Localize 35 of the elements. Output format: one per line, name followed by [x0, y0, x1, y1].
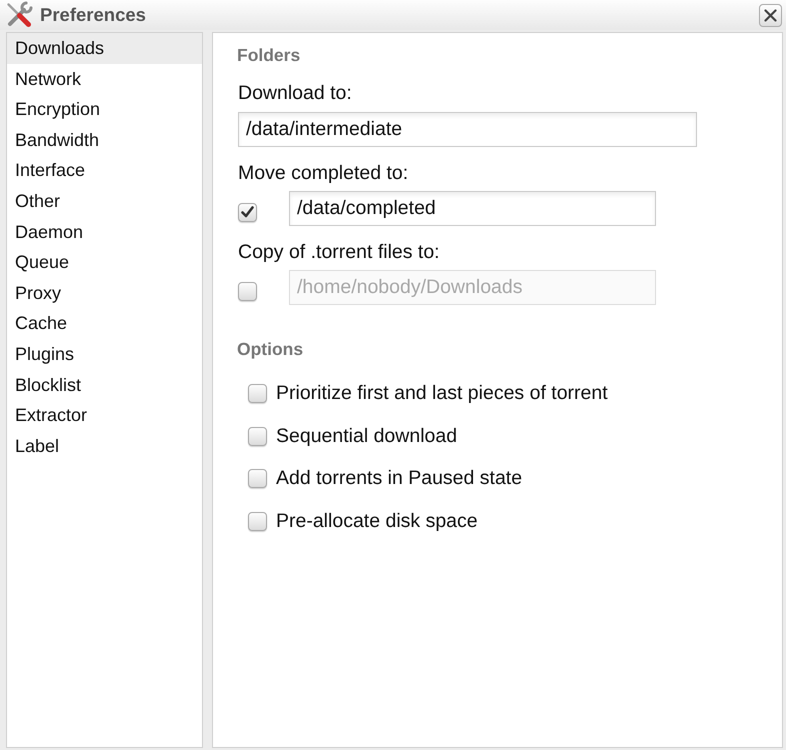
sidebar-item[interactable]: Interface — [7, 155, 202, 186]
sidebar-item[interactable]: Network — [7, 64, 202, 94]
checkbox-label[interactable]: Pre-allocate disk space — [276, 510, 478, 533]
sidebar-item[interactable]: Queue — [7, 247, 202, 278]
sidebar-item[interactable]: Daemon — [7, 216, 202, 248]
field-label: Copy of .torrent files to: — [238, 240, 441, 264]
sidebar-item[interactable]: Cache — [7, 308, 202, 339]
sidebar-item[interactable]: Blocklist — [7, 370, 202, 400]
sidebar-item[interactable]: Proxy — [7, 278, 202, 308]
section-heading: Options — [237, 338, 304, 360]
field-label: Download to: — [238, 81, 353, 105]
sidebar-item[interactable]: Bandwidth — [7, 124, 202, 156]
sidebar-item[interactable]: Downloads — [7, 33, 202, 64]
checkbox-label[interactable]: Prioritize first and last pieces of torrent — [276, 382, 608, 405]
check-icon — [241, 206, 254, 218]
sidebar-item[interactable]: Other — [7, 186, 202, 217]
checkbox-label[interactable]: Add torrents in Paused state — [276, 467, 522, 490]
close-icon — [764, 9, 777, 22]
wrench-screwdriver-icon — [5, 1, 33, 29]
field-label: Move completed to: — [238, 161, 410, 185]
checkbox[interactable] — [238, 202, 257, 222]
checkbox[interactable] — [248, 469, 267, 488]
checkbox[interactable] — [248, 426, 267, 446]
close-button[interactable] — [759, 4, 782, 27]
sidebar-item[interactable]: Encryption — [7, 94, 202, 125]
input-field[interactable]: /data/intermediate — [238, 112, 697, 147]
checkbox[interactable] — [248, 384, 267, 403]
section-heading: Folders — [237, 44, 300, 66]
window-title: Preferences — [40, 4, 147, 26]
input-field[interactable]: /data/completed — [289, 191, 656, 226]
sidebar-item[interactable]: Extractor — [7, 400, 202, 431]
checkbox-label[interactable]: Sequential download — [276, 424, 458, 448]
sidebar-item[interactable]: Label — [7, 430, 202, 462]
checkbox[interactable] — [248, 512, 267, 531]
sidebar-item[interactable]: Plugins — [7, 338, 202, 370]
